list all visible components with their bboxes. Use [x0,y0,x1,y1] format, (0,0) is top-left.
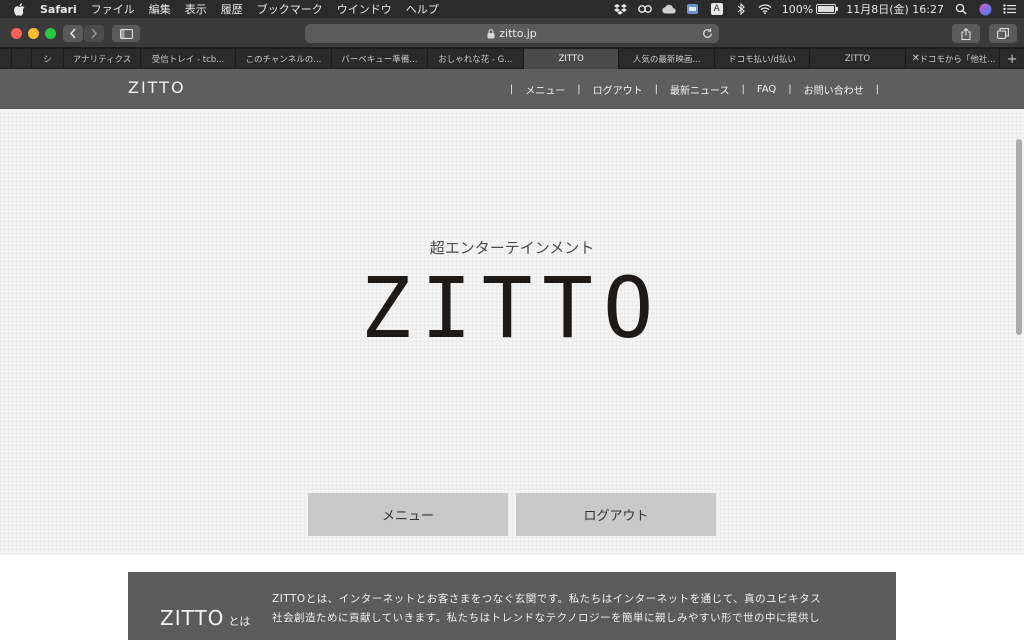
chevron-left-icon [69,28,77,39]
chevron-right-icon [90,28,98,39]
web-page: ZITTO | メニュー | ログアウト | 最新ニュース | FAQ | お問… [0,69,1024,640]
menu-view[interactable]: 表示 [185,1,207,17]
tab-item[interactable]: おしゃれな花 - G... [428,49,524,69]
battery-percent: 100% [782,3,813,16]
new-tab-button[interactable]: + [1000,49,1024,69]
menu-edit[interactable]: 編集 [149,1,171,17]
tab-item[interactable]: このチャンネルの... [236,49,332,69]
tab-overview-button[interactable] [989,24,1017,43]
tab-item[interactable]: シ [32,49,64,69]
about-line: 社会創造ために貢献していきます。私たちはトレンドなテクノロジーを簡単に親しみやす… [272,609,872,628]
share-button[interactable] [952,24,980,43]
tab-item-active[interactable]: ZITTO [524,49,619,69]
dropbox-icon[interactable] [614,2,628,16]
nav-link-logout[interactable]: ログアウト [593,82,643,97]
site-header: ZITTO | メニュー | ログアウト | 最新ニュース | FAQ | お問… [0,69,1024,109]
bluetooth-icon[interactable] [734,2,748,16]
tab-item[interactable]: ZITTO [810,49,905,69]
battery-icon[interactable] [816,4,836,14]
menu-window[interactable]: ウインドウ [337,1,392,17]
nav-separator: | [742,84,745,95]
nav-separator: | [876,84,879,95]
tab-item[interactable]: バーベキュー準備... [332,49,427,69]
notification-center-icon[interactable] [1002,2,1016,16]
nav-link-menu[interactable]: メニュー [525,82,565,97]
about-text: ZITTOとは、インターネットとお客さまをつなぐ玄関です。私たちはインターネット… [272,590,872,628]
site-logo[interactable]: ZITTO [128,78,186,97]
nav-separator: | [788,84,791,95]
nav-separator: | [510,84,513,95]
tab-pinned-1[interactable] [0,49,12,69]
hero-title: ZITTO [0,259,1024,357]
macos-menubar: Safari ファイル 編集 表示 履歴 ブックマーク ウインドウ ヘルプ A … [0,0,1024,18]
input-source-icon[interactable]: A [710,2,724,16]
sidebar-toggle-button[interactable] [112,25,140,42]
apple-icon[interactable] [12,2,26,16]
zoom-window-button[interactable] [45,28,56,39]
back-button[interactable] [63,25,83,42]
nav-link-contact[interactable]: お問い合わせ [804,82,864,97]
share-icon [961,28,971,40]
about-logo: ZITTOとは [160,606,250,630]
tab-bar: シ アナリティクス 受信トレイ - tcb... このチャンネルの... バーベ… [0,49,1024,69]
menubar-clock[interactable]: 11月8日(金) 16:27 [846,1,944,17]
nav-separator: | [655,84,658,95]
lock-icon [487,29,495,39]
menu-button[interactable]: メニュー [308,493,508,536]
about-section: ZITTOとは ZITTOとは、インターネットとお客さまをつなぐ玄関です。私たち… [128,572,896,640]
close-window-button[interactable] [11,28,22,39]
sidebar-icon [120,29,133,39]
nav-link-faq[interactable]: FAQ [757,84,776,95]
menu-app-safari[interactable]: Safari [40,3,77,16]
plus-icon: + [1007,52,1018,67]
url-text[interactable]: zitto.jp [499,27,537,40]
menu-help[interactable]: ヘルプ [406,1,439,17]
tab-item[interactable]: ✕ ドコモから「他社... [906,49,1001,69]
forward-button[interactable] [84,25,104,42]
creative-cloud-icon[interactable] [638,2,652,16]
tab-overview-icon [997,28,1009,39]
tab-pinned-2[interactable] [12,49,32,69]
cloud-icon[interactable] [662,2,676,16]
tab-item[interactable]: アナリティクス [64,49,142,69]
logout-button[interactable]: ログアウト [516,493,716,536]
about-line: ZITTOとは、インターネットとお客さまをつなぐ玄関です。私たちはインターネット… [272,590,872,609]
wifi-icon[interactable] [758,2,772,16]
reload-icon[interactable] [700,26,714,40]
browser-toolbar: zitto.jp [0,18,1024,48]
site-nav: | メニュー | ログアウト | 最新ニュース | FAQ | お問い合わせ | [498,82,891,97]
minimize-window-button[interactable] [28,28,39,39]
siri-icon[interactable] [978,2,992,16]
tab-item[interactable]: 受信トレイ - tcb... [141,49,235,69]
page-scrollbar[interactable] [1016,139,1022,335]
menu-history[interactable]: 履歴 [221,1,243,17]
nav-link-news[interactable]: 最新ニュース [670,82,730,97]
window-controls [11,28,62,39]
drive-icon[interactable] [686,2,700,16]
hero-subtitle: 超エンターテインメント [0,237,1024,258]
tab-item[interactable]: ドコモ払い/d払い [715,49,810,69]
menu-file[interactable]: ファイル [91,1,135,17]
spotlight-icon[interactable] [954,2,968,16]
menu-bookmarks[interactable]: ブックマーク [257,1,323,17]
nav-separator: | [577,84,580,95]
tab-item[interactable]: 人気の最新映画... [619,49,714,69]
address-bar[interactable]: zitto.jp [305,24,719,43]
close-tab-icon[interactable]: ✕ [912,53,920,64]
